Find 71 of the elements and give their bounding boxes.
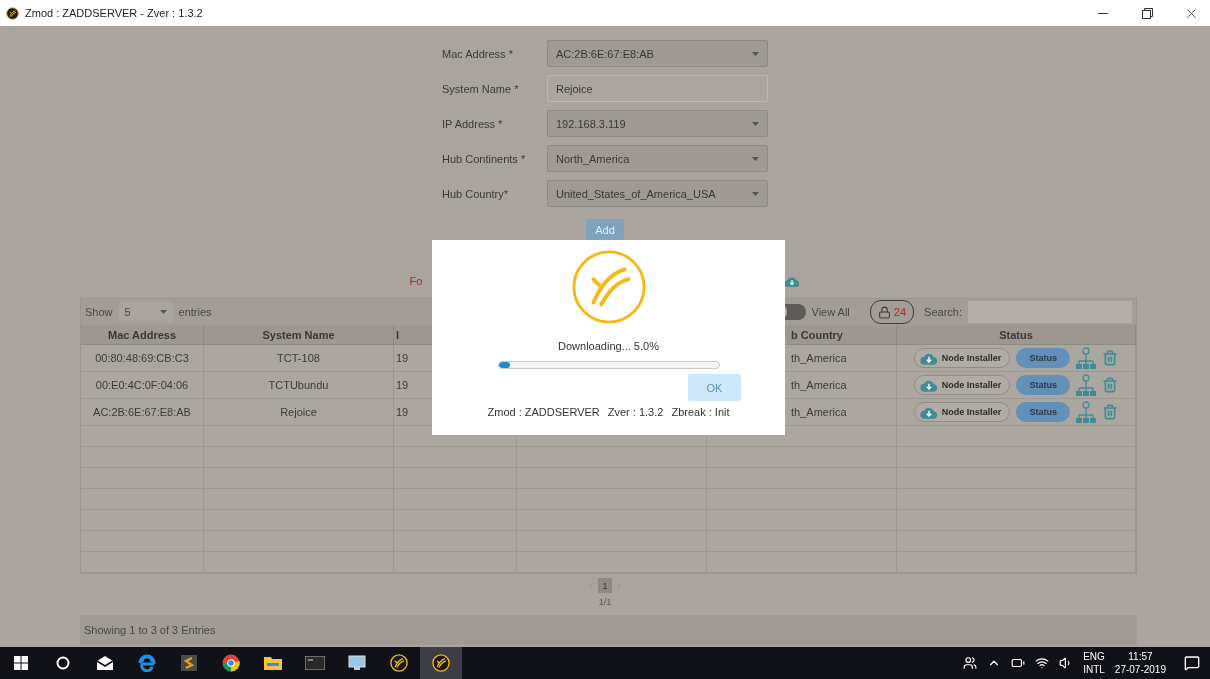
table-cell: TCT-108 (204, 345, 394, 372)
table-cell: 00:E0:4C:0F:04:06 (81, 372, 204, 399)
version-info: Zver : 1.3.2 (607, 406, 664, 418)
column-header: Status (897, 325, 1136, 345)
notice-text: Fo (409, 275, 423, 287)
terminal-icon (305, 656, 325, 670)
download-message: Downloading... 5.0% (558, 340, 659, 352)
column-header: System Name (204, 325, 394, 345)
dropdown-field[interactable]: North_America (547, 145, 768, 172)
battery-icon[interactable] (1011, 656, 1026, 670)
windows-logo-icon (14, 656, 28, 670)
app-logo-icon (6, 6, 19, 20)
minimize-icon (1098, 12, 1108, 14)
cloud-download-icon (919, 378, 938, 392)
notifications-icon[interactable] (1184, 655, 1200, 671)
cloud-download-icon (919, 405, 938, 419)
cloud-download-icon (919, 351, 938, 365)
search-icon (56, 656, 70, 670)
input-field[interactable]: Rejoice (547, 75, 768, 102)
field-label: Mac Address * (442, 47, 514, 60)
key-network-icon (1076, 401, 1097, 423)
show-label: Show (85, 306, 113, 318)
field-label: System Name * (442, 82, 520, 95)
key-network-icon (1076, 347, 1097, 369)
node-installer-button[interactable]: Node Installer (913, 402, 1011, 422)
dropdown-field[interactable]: United_States_of_America_USA (547, 180, 768, 207)
field-label: Hub Continents * (442, 152, 527, 165)
monitor-app-icon (348, 655, 366, 671)
table-cell: Rejoice (204, 399, 394, 426)
node-installer-button[interactable]: Node Installer (913, 375, 1011, 395)
browser-e-icon (138, 654, 156, 672)
wifi-icon[interactable] (1035, 656, 1050, 670)
page-button[interactable]: 1 (598, 578, 612, 593)
status-button[interactable]: Status (1016, 375, 1071, 395)
node-installer-button[interactable]: Node Installer (913, 348, 1011, 368)
feather-logo-icon (432, 654, 450, 672)
page-size-dropdown[interactable]: 5 (118, 302, 173, 322)
page-info: 1/1 (598, 597, 612, 607)
editor-app-icon (181, 655, 197, 671)
people-icon[interactable] (963, 656, 978, 670)
taskbar-button[interactable] (420, 647, 462, 679)
caret-icon (752, 191, 759, 196)
feather-logo-icon (569, 248, 648, 326)
status-button[interactable]: Status (1016, 348, 1071, 368)
caret-icon (159, 310, 167, 314)
dropdown-field[interactable]: 192.168.3.119 (547, 110, 768, 137)
lock-count-badge: 24 (869, 300, 915, 324)
key-network-icon (1076, 374, 1097, 396)
caret-icon (752, 156, 759, 161)
clock[interactable]: 11:57 27-07-2019 (1114, 650, 1166, 676)
table-cell: 00:80:48:69:CB:C3 (81, 345, 204, 372)
chrome-icon (222, 654, 240, 672)
status-button[interactable]: Status (1016, 402, 1071, 422)
dropdown-field[interactable]: AC:2B:6E:67:E8:AB (547, 40, 768, 67)
restore-icon (1141, 7, 1153, 19)
caret-icon (752, 121, 759, 126)
feather-logo-icon (390, 654, 408, 672)
folder-icon (264, 656, 282, 670)
table-cell: TCTUbundu (204, 372, 394, 399)
column-header: Mac Address (81, 325, 204, 345)
field-label: IP Address * (442, 117, 504, 130)
window-title: Zmod : ZADDSERVER - Zver : 1.3.2 (25, 7, 204, 19)
field-label: Hub Country* (442, 187, 510, 200)
entries-summary: Showing 1 to 3 of 3 Entries (84, 624, 216, 636)
caret-icon (752, 51, 759, 56)
language-indicator[interactable]: ENG INTL (1083, 650, 1105, 676)
mail-icon (96, 656, 114, 670)
search-label: Search: (924, 306, 962, 318)
entries-label: entries (178, 306, 212, 318)
table-cell: AC:2B:6E:67:E8:AB (81, 399, 204, 426)
view-all-label: View All (811, 306, 850, 318)
